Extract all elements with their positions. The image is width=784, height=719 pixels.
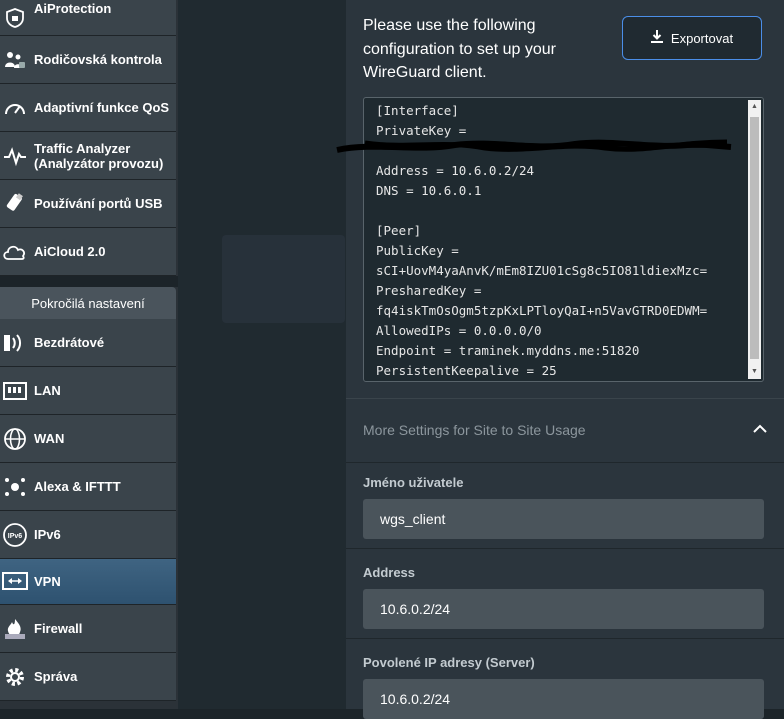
field-label-address: Address	[363, 565, 416, 580]
sidebar-item-label: Bezdrátové	[34, 335, 105, 350]
export-label: Exportovat	[670, 30, 734, 46]
scroll-thumb[interactable]	[750, 117, 759, 359]
allowed-ips-input[interactable]: 10.6.0.2/24	[363, 679, 764, 719]
sidebar-item-parental[interactable]: Rodičovská kontrola	[0, 36, 176, 84]
sidebar-item-label: Alexa & IFTTT	[34, 479, 121, 494]
cloud-icon	[0, 237, 30, 267]
gauge-icon	[0, 93, 30, 123]
sidebar-item-label: Správa	[34, 669, 78, 684]
vpn-icon	[0, 567, 30, 597]
sidebar-item-admin[interactable]: Správa	[0, 653, 176, 701]
sidebar-item-label: Traffic Analyzer (Analyzátor provozu)	[34, 140, 164, 171]
sidebar-item-label: IPv6	[34, 527, 61, 542]
ipv6-icon: IPv6	[0, 520, 30, 550]
svg-text:IPv6: IPv6	[8, 533, 23, 540]
username-input[interactable]: wgs_client	[363, 499, 764, 539]
sidebar-item-wireless[interactable]: Bezdrátové	[0, 319, 176, 367]
download-icon	[650, 30, 663, 46]
sidebar-item-label: VPN	[34, 574, 61, 589]
sidebar-item-label: Rodičovská kontrola	[34, 52, 162, 67]
ghost-card	[222, 235, 345, 323]
config-line: [Interface]	[376, 103, 459, 118]
sidebar-item-label: Firewall	[34, 621, 83, 636]
sidebar-item-label: WAN	[34, 431, 65, 446]
wifi-icon	[0, 328, 30, 358]
sidebar-item-aicloud[interactable]: AiCloud 2.0	[0, 228, 176, 276]
sidebar-item-usb[interactable]: Používání portů USB	[0, 180, 176, 228]
parental-control-icon	[0, 45, 30, 75]
config-line: Address = 10.6.0.2/24	[376, 163, 535, 178]
sidebar-item-alexa[interactable]: Alexa & IFTTT	[0, 463, 176, 511]
sidebar-item-traffic-analyzer[interactable]: Traffic Analyzer (Analyzátor provozu)	[0, 132, 176, 180]
sidebar-item-vpn[interactable]: VPN	[0, 559, 176, 605]
sidebar: AiProtection Rodičovská kontrola Adaptiv…	[0, 0, 178, 709]
config-line: PersistentKeepalive = 25	[376, 363, 557, 378]
pulse-icon	[0, 141, 30, 171]
background-overlay	[178, 0, 346, 709]
chevron-up-icon[interactable]	[750, 419, 770, 439]
sidebar-item-lan[interactable]: LAN	[0, 367, 176, 415]
usb-icon	[0, 189, 30, 219]
sidebar-item-firewall[interactable]: Firewall	[0, 605, 176, 653]
config-line: PresharedKey =	[376, 283, 482, 298]
sidebar-item-wan[interactable]: WAN	[0, 415, 176, 463]
separator	[346, 638, 784, 639]
sidebar-item-qos[interactable]: Adaptivní funkce QoS	[0, 84, 176, 132]
sidebar-item-label: LAN	[34, 383, 61, 398]
config-line: Endpoint = traminek.myddns.me:51820	[376, 343, 640, 358]
sidebar-gap	[0, 276, 178, 287]
address-input[interactable]: 10.6.0.2/24	[363, 589, 764, 629]
separator	[346, 548, 784, 549]
config-line: fq4iskTmOsOgm5tzpKxLPTloyQaI+n5VavGTRD0E…	[376, 303, 708, 318]
redaction-scribble	[336, 139, 732, 153]
sidebar-item-aiprotection[interactable]: AiProtection	[0, 0, 176, 36]
lan-icon	[0, 376, 30, 406]
separator	[346, 462, 784, 463]
sidebar-item-label: AiProtection	[34, 1, 112, 16]
section-header-advanced: Pokročilá nastavení	[0, 287, 176, 319]
sidebar-item-label: Používání portů USB	[34, 196, 163, 211]
sidebar-item-label: AiCloud 2.0	[34, 244, 106, 259]
globe-icon	[0, 424, 30, 454]
intro-text: Please use the following configuration t…	[363, 17, 557, 81]
config-line: sCI+UovM4yaAnvK/mEm8IZU01cSg8c5IO81ldiex…	[376, 263, 708, 278]
config-line: AllowedIPs = 0.0.0.0/0	[376, 323, 542, 338]
export-button[interactable]: Exportovat	[622, 16, 762, 60]
gear-icon	[0, 662, 30, 692]
shield-icon	[0, 3, 30, 33]
scroll-down-icon[interactable]: ▼	[748, 365, 761, 379]
field-label-username: Jméno uživatele	[363, 475, 464, 490]
sidebar-item-ipv6[interactable]: IPv6 IPv6	[0, 511, 176, 559]
config-line: DNS = 10.6.0.1	[376, 183, 482, 198]
firewall-icon	[0, 614, 30, 644]
config-line	[376, 201, 707, 221]
more-settings-label: More Settings for Site to Site Usage	[363, 422, 586, 438]
alexa-icon	[0, 472, 30, 502]
sidebar-item-label: Adaptivní funkce QoS	[34, 100, 170, 115]
scroll-up-icon[interactable]: ▲	[748, 100, 761, 114]
config-line: PublicKey =	[376, 243, 459, 258]
config-scrollbar[interactable]: ▲ ▼	[748, 100, 761, 379]
field-label-allowed-ips: Povolené IP adresy (Server)	[363, 655, 535, 670]
config-line: [Peer]	[376, 223, 422, 238]
